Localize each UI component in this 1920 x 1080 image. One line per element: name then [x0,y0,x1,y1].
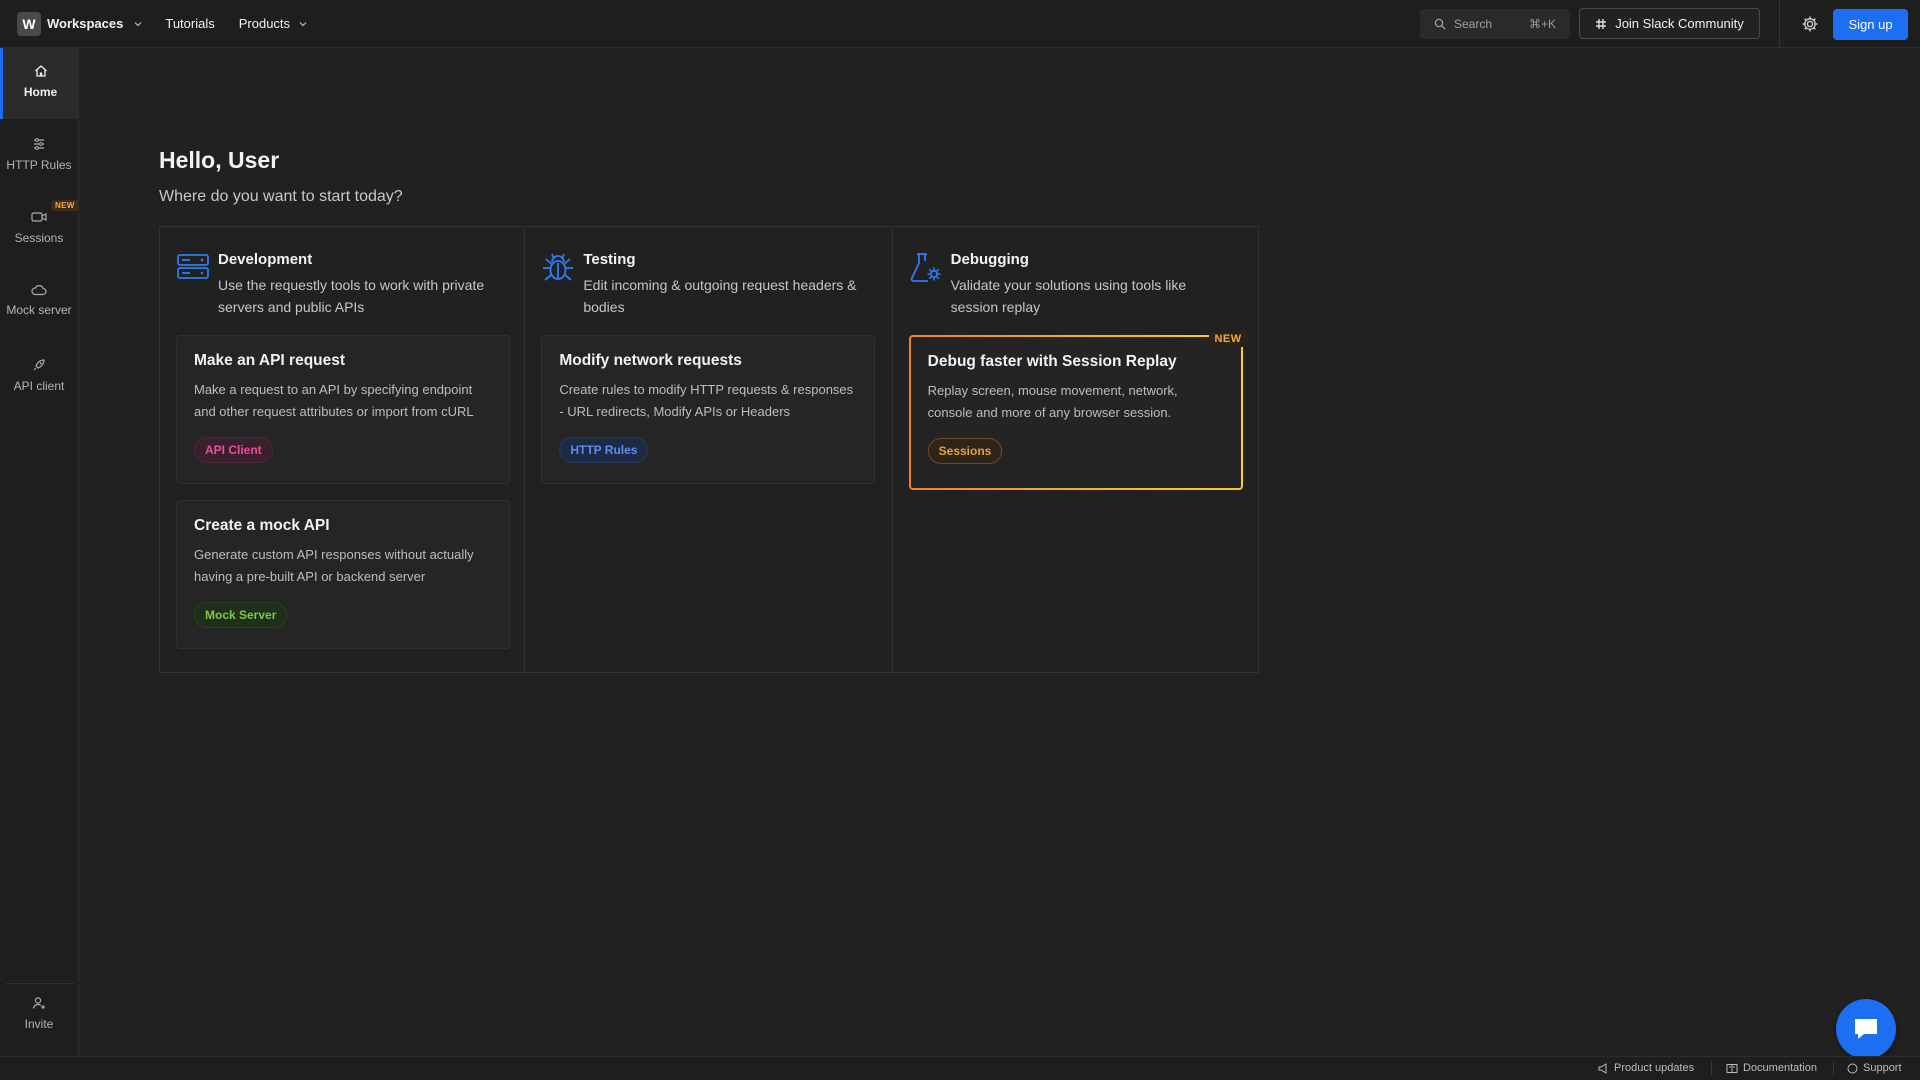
testing-description: Edit incoming & outgoing request headers… [583,276,857,315]
page-title: Hello, User [159,147,280,173]
footer-divider [1833,1061,1834,1076]
add-user-icon [32,996,46,1010]
rocket-icon [32,358,46,372]
page-subtitle: Where do you want to start today? [159,188,403,205]
http-rules-tag: HTTP Rules [559,437,649,463]
chevron-down-icon [298,19,308,29]
products-label: Products [238,16,291,31]
product-updates-label: Product updates [1614,1062,1695,1074]
card-description: Generate custom API responses without ac… [194,547,474,584]
modify-requests-card[interactable]: Modify network requests Create rules to … [541,335,876,484]
sidebar-item-label: Home [23,85,58,99]
home-icon [34,64,48,78]
card-title: Create a mock API [194,517,330,534]
product-updates-link[interactable]: Product updates [1598,1062,1694,1074]
search-placeholder: Search [1454,17,1493,31]
server-icon [176,251,210,318]
development-column: Development Use the requestly tools to w… [160,227,526,672]
api-client-tag: API Client [194,437,273,463]
support-icon [1847,1063,1863,1074]
development-description: Use the requestly tools to work with pri… [218,276,485,315]
tutorials-link[interactable]: Tutorials [165,16,214,31]
footer-divider [1711,1061,1712,1076]
megaphone-icon [1598,1062,1614,1074]
sidebar-item-api-client[interactable]: API client [0,358,78,418]
documentation-link[interactable]: Documentation [1726,1062,1817,1074]
card-title: Modify network requests [559,352,742,369]
join-slack-button[interactable]: Join Slack Community [1579,8,1760,39]
testing-column: Testing Edit incoming & outgoing request… [525,227,893,672]
debugging-title: Debugging [950,251,1029,268]
development-title: Development [218,251,313,268]
debugging-description: Validate your solutions using tools like… [950,276,1187,315]
new-badge: NEW [1209,331,1247,347]
sidebar-item-invite[interactable]: Invite [0,996,78,1056]
testing-title: Testing [583,251,636,268]
card-description: Create rules to modify HTTP requests & r… [559,382,854,419]
cloud-icon [31,284,47,296]
search-shortcut: ⌘+K [1528,17,1556,31]
card-title: Debug faster with Session Replay [927,353,1177,370]
sidebar-item-sessions[interactable]: Sessions [0,210,78,270]
bug-icon [541,251,575,318]
documentation-label: Documentation [1743,1062,1817,1074]
bottom-bar: Product updates Documentation Support [0,1056,1920,1080]
workspace-switcher[interactable]: W Workspaces [17,11,143,36]
session-replay-card[interactable]: NEW Debug faster with Session Replay Rep… [909,331,1247,490]
debugging-header: Debugging Validate your solutions using … [909,251,1236,318]
api-request-card[interactable]: Make an API request Make a request to an… [176,335,510,484]
products-menu[interactable]: Products [239,16,308,31]
sidebar-item-label: Sessions [14,231,64,245]
debugging-column: Debugging Validate your solutions using … [893,227,1258,672]
search-input[interactable]: Search ⌘+K [1420,9,1570,39]
sidebar-item-label: API client [13,379,65,393]
sidebar-item-mock-server[interactable]: Mock server [0,284,78,344]
card-description: Replay screen, mouse movement, network, … [927,383,1178,420]
sidebar-item-http-rules[interactable]: HTTP Rules [0,137,78,197]
workspace-label: Workspaces [47,16,124,31]
sidebar-item-label: Mock server [6,303,72,317]
top-bar: W Workspaces Tutorials Products Search ⌘… [0,0,1920,48]
gear-icon[interactable] [1801,15,1819,33]
development-header: Development Use the requestly tools to w… [176,251,503,318]
sidebar-item-label: HTTP Rules [6,158,72,172]
workspace-avatar: W [17,11,41,36]
chevron-down-icon [133,19,143,29]
support-label: Support [1863,1062,1902,1074]
start-options-grid: Development Use the requestly tools to w… [159,226,1259,673]
search-icon [1434,18,1446,30]
sidebar: Home HTTP Rules NEW Sessions Mock server… [0,48,79,1056]
flask-gear-icon [909,251,943,318]
card-title: Make an API request [194,352,346,369]
sidebar-item-label: Invite [24,1017,54,1031]
mock-api-card[interactable]: Create a mock API Generate custom API re… [176,500,510,649]
mock-server-tag: Mock Server [194,602,288,628]
chat-button[interactable] [1836,999,1896,1059]
testing-header: Testing Edit incoming & outgoing request… [541,251,868,318]
sliders-icon [32,137,46,151]
video-icon [31,210,47,224]
sidebar-divider [6,983,74,984]
sign-up-button[interactable]: Sign up [1833,9,1908,40]
sidebar-item-home[interactable]: Home [0,48,78,119]
card-description: Make a request to an API by specifying e… [194,382,474,419]
book-icon [1726,1063,1743,1074]
topbar-divider [1779,0,1780,48]
chat-icon [1852,1016,1880,1042]
join-slack-label: Join Slack Community [1615,16,1744,31]
support-link[interactable]: Support [1847,1062,1902,1074]
sessions-tag: Sessions [927,438,1003,464]
slack-icon [1595,18,1615,30]
